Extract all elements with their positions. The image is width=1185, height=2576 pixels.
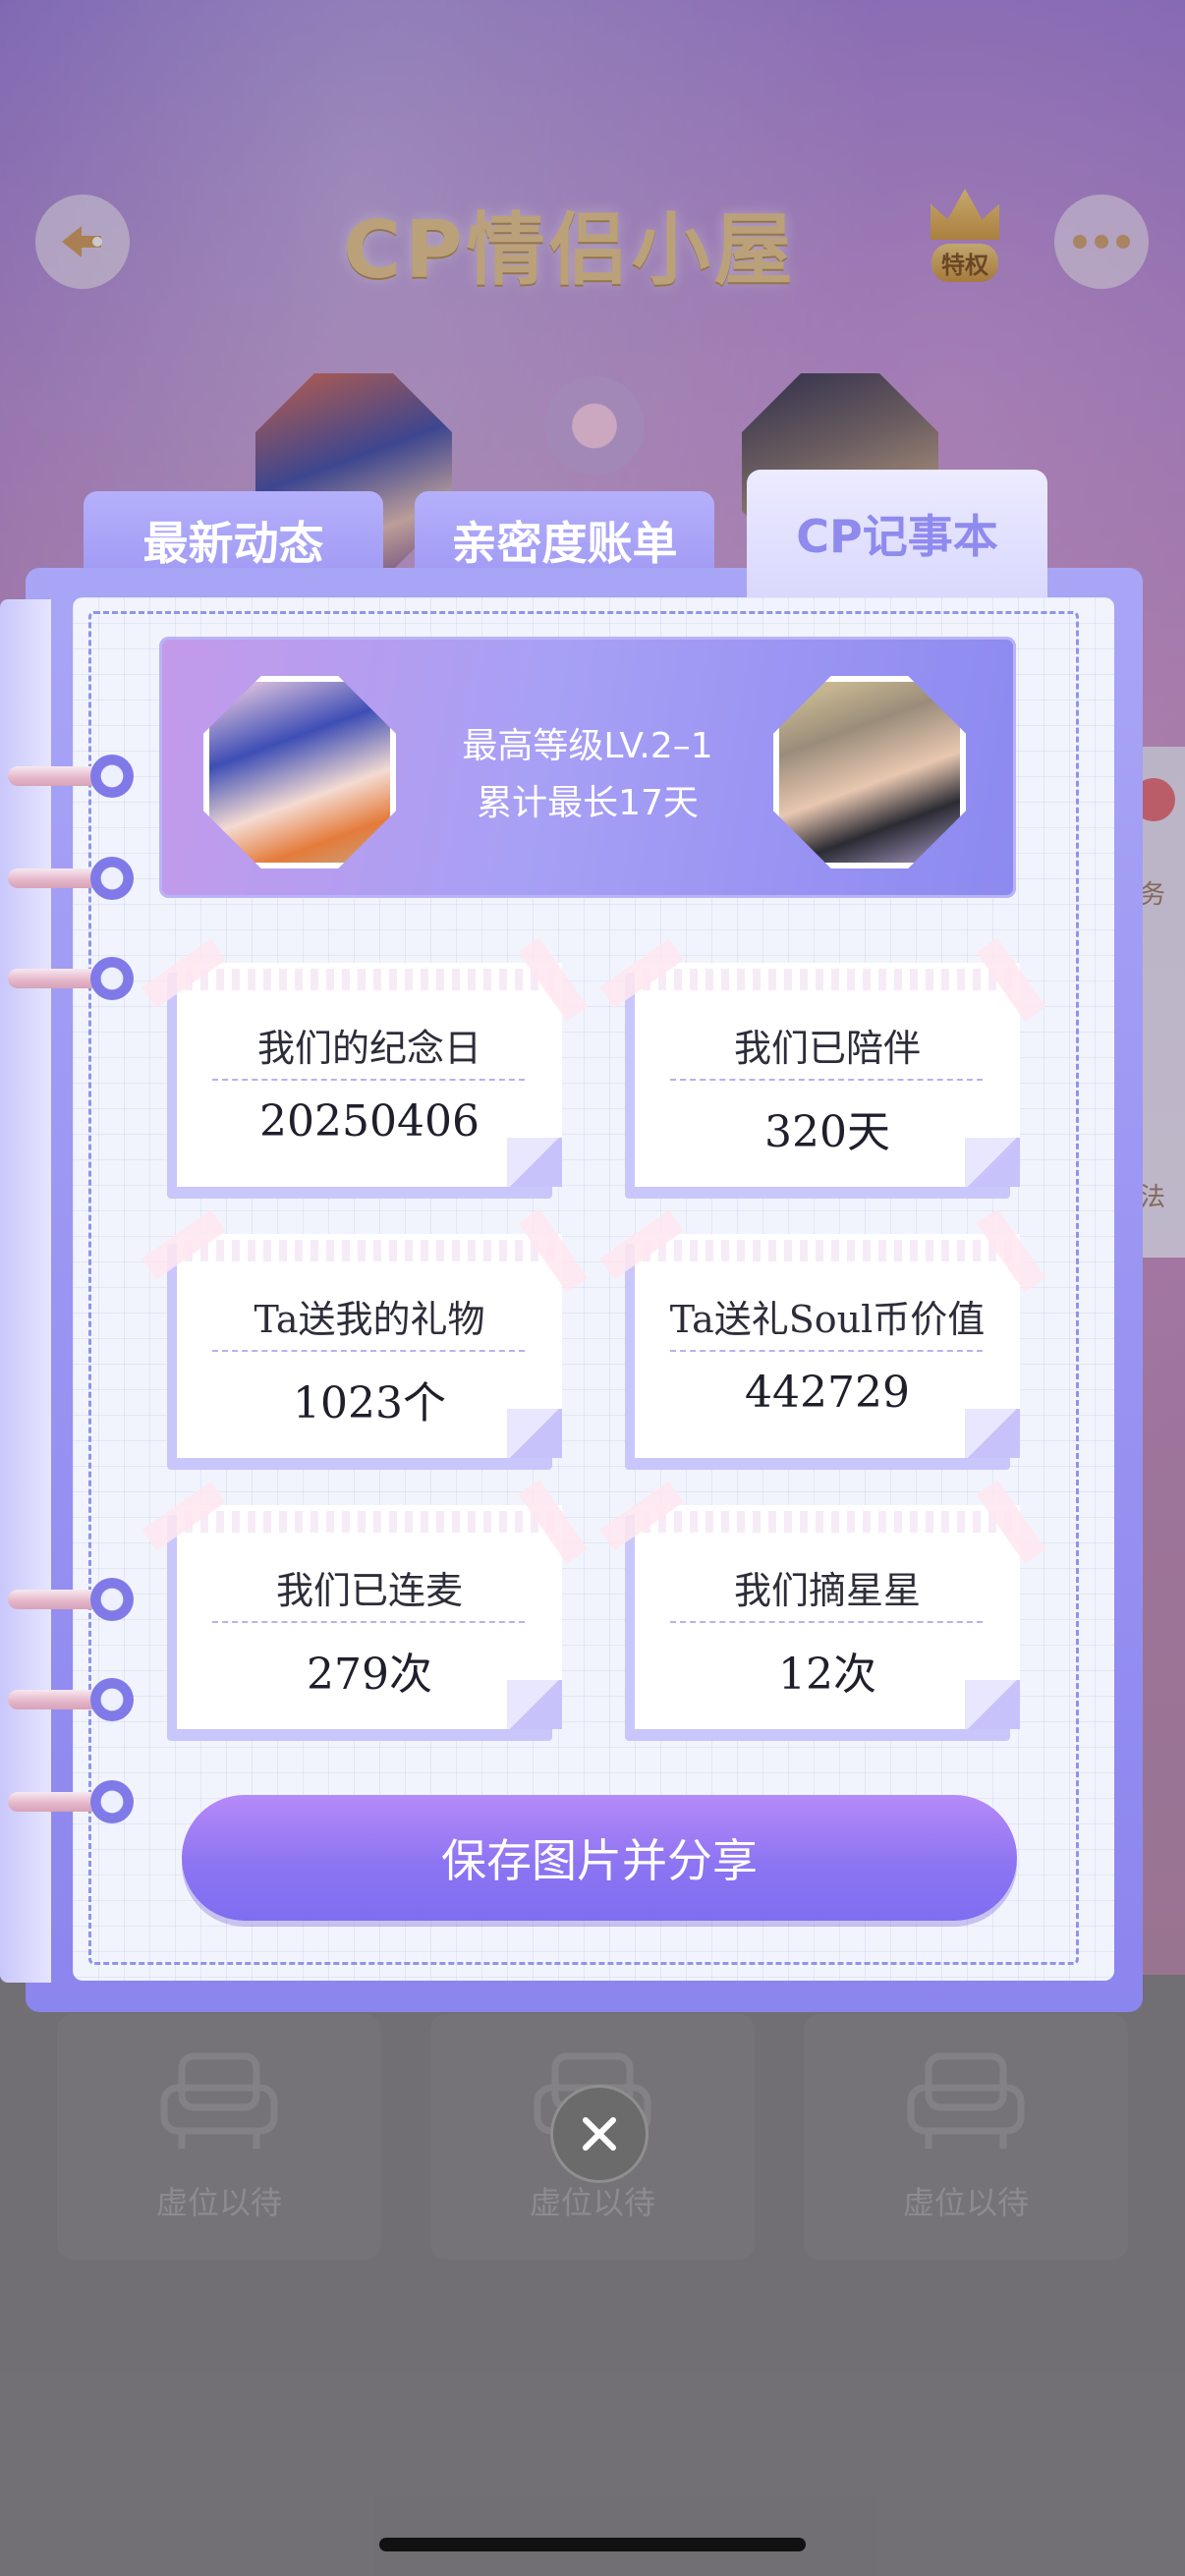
cp-level-banner: 最高等级LV.2–1 累计最长17天: [159, 637, 1016, 898]
max-level-text: 最高等级LV.2–1: [462, 726, 713, 766]
stat-value: 20250406: [259, 1096, 480, 1147]
avatar-left[interactable]: [203, 676, 396, 868]
stat-title: Ta送礼Soul币价值: [669, 1298, 986, 1341]
stat-value: 442729: [745, 1368, 910, 1418]
stat-value: 279次: [307, 1650, 432, 1700]
notebook-spine: [0, 599, 51, 1983]
stat-title: 我们已连麦: [275, 1569, 463, 1612]
max-streak-text: 累计最长17天: [477, 783, 699, 823]
stat-card-stars: 我们摘星星 12次: [599, 1480, 1046, 1741]
save-and-share-button[interactable]: 保存图片并分享: [182, 1795, 1017, 1921]
stat-title: 我们已陪伴: [733, 1027, 921, 1070]
stat-title: 我们的纪念日: [256, 1027, 481, 1070]
binder-ring: [8, 755, 134, 798]
stat-title: Ta送我的礼物: [254, 1298, 485, 1341]
close-button[interactable]: [550, 2085, 649, 2183]
avatar-right[interactable]: [773, 676, 966, 868]
binder-ring: [8, 1678, 134, 1721]
binder-ring: [8, 1578, 134, 1621]
stat-value: 1023个: [293, 1378, 446, 1428]
binder-ring: [8, 957, 134, 1000]
stat-card-anniversary: 我们的纪念日 20250406: [141, 937, 589, 1199]
stat-card-gift-value: Ta送礼Soul币价值 442729: [599, 1208, 1046, 1470]
close-icon: [583, 2117, 616, 2151]
binder-ring: [8, 857, 134, 900]
tab-cp-notebook[interactable]: CP记事本: [747, 470, 1047, 597]
stat-card-days-together: 我们已陪伴 320天: [599, 937, 1046, 1199]
stat-title: 我们摘星星: [733, 1569, 921, 1612]
stat-card-voice-calls: 我们已连麦 279次: [141, 1480, 589, 1741]
stat-card-gifts: Ta送我的礼物 1023个: [141, 1208, 589, 1470]
stat-value: 12次: [778, 1650, 876, 1700]
home-indicator[interactable]: [379, 2538, 806, 2551]
stat-value: 320天: [764, 1107, 890, 1157]
binder-ring: [8, 1780, 134, 1823]
